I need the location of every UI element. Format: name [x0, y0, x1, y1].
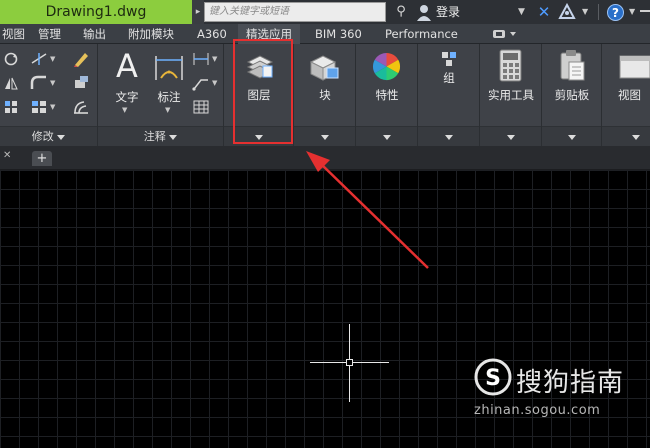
- linear-dimension-dropdown-icon[interactable]: ▼: [212, 55, 217, 63]
- text-tool-dropdown-icon[interactable]: ▼: [122, 106, 127, 114]
- group-label[interactable]: 组: [418, 70, 480, 86]
- tab-bim360[interactable]: BIM 360: [315, 24, 362, 44]
- rotate-icon[interactable]: [3, 51, 19, 67]
- fillet-icon[interactable]: [30, 75, 48, 91]
- linear-dimension-icon[interactable]: [192, 51, 210, 67]
- login-button[interactable]: 登录: [436, 0, 460, 24]
- dimension-tool-label[interactable]: 标注: [153, 89, 185, 105]
- file-tab-bar: ✕ +: [0, 146, 650, 170]
- explode-icon[interactable]: [72, 74, 90, 92]
- exchange-apps-icon[interactable]: ✕: [535, 3, 553, 21]
- utilities-label[interactable]: 实用工具: [480, 87, 542, 103]
- help-dropdown-icon[interactable]: ▼: [629, 0, 635, 24]
- panel-block-expand-icon[interactable]: [320, 134, 329, 140]
- leader-dropdown-icon[interactable]: ▼: [212, 79, 217, 87]
- layers-highlight-box: [233, 39, 293, 144]
- minimize-icon[interactable]: [640, 10, 650, 12]
- fillet-dropdown-icon[interactable]: ▼: [50, 79, 55, 87]
- watermark-brand: 搜狗指南: [516, 368, 625, 398]
- ribbon-tab-bar: 视图 管理 输出 附加模块 A360 精选应用 BIM 360 Performa…: [0, 24, 650, 44]
- panel-clipboard-footer[interactable]: [542, 126, 601, 146]
- panel-group: 组: [418, 44, 480, 146]
- array-icon[interactable]: [30, 99, 48, 115]
- toolbar-separator: [598, 4, 599, 20]
- mirror-icon[interactable]: [3, 75, 19, 91]
- a360-triangle-icon[interactable]: [558, 3, 576, 21]
- trim-dropdown-icon[interactable]: ▼: [50, 55, 55, 63]
- panel-utilities-expand-icon[interactable]: [506, 134, 515, 140]
- panel-modify-expand-icon[interactable]: [57, 134, 66, 140]
- panel-annotation-expand-icon[interactable]: [169, 134, 178, 140]
- ribbon-options-icon[interactable]: [490, 27, 520, 41]
- panel-group-footer[interactable]: [418, 126, 479, 146]
- dimension-icon[interactable]: [153, 52, 185, 84]
- search-input[interactable]: 键入关键字或短语: [204, 2, 386, 22]
- document-title: Drawing1.dwg: [0, 0, 192, 24]
- panel-clipboard-expand-icon[interactable]: [567, 134, 576, 140]
- a360-dropdown-icon[interactable]: ▼: [582, 0, 588, 24]
- dimension-dropdown-icon[interactable]: ▼: [165, 106, 170, 114]
- new-tab-plus-icon[interactable]: +: [32, 151, 52, 166]
- binoculars-icon[interactable]: ⚲: [390, 2, 412, 22]
- erase-icon[interactable]: [72, 50, 90, 68]
- panel-utilities: 实用工具: [480, 44, 542, 146]
- login-dropdown-icon[interactable]: ▼: [518, 0, 525, 24]
- tab-addins[interactable]: 附加模块: [128, 24, 174, 44]
- panel-clipboard: 剪贴板: [542, 44, 602, 146]
- panel-block: 块: [294, 44, 356, 146]
- table-icon[interactable]: [192, 99, 210, 115]
- help-icon[interactable]: ?: [607, 4, 624, 21]
- block-label[interactable]: 块: [294, 87, 356, 103]
- offset-icon[interactable]: [72, 98, 90, 116]
- title-expand-arrow-icon[interactable]: ▸: [192, 0, 204, 24]
- tab-manage[interactable]: 管理: [38, 24, 61, 44]
- trim-icon[interactable]: [30, 51, 48, 67]
- panel-modify-title: 修改: [31, 130, 54, 143]
- panel-properties-footer[interactable]: [356, 126, 417, 146]
- clipboard-label[interactable]: 剪贴板: [542, 87, 602, 103]
- leader-icon[interactable]: [192, 75, 210, 91]
- tab-view[interactable]: 视图: [2, 24, 25, 44]
- panel-properties-expand-icon[interactable]: [382, 134, 391, 140]
- text-a-icon[interactable]: A: [112, 48, 142, 84]
- panel-modify-footer[interactable]: 修改: [0, 126, 97, 146]
- panel-properties: 特性: [356, 44, 418, 146]
- text-tool-label[interactable]: 文字: [112, 89, 142, 105]
- tab-a360[interactable]: A360: [197, 24, 227, 44]
- watermark-url: zhinan.sogou.com: [474, 403, 601, 418]
- insert-block-icon[interactable]: [307, 52, 341, 82]
- sogou-logo-icon: S: [474, 358, 512, 396]
- panel-utilities-footer[interactable]: [480, 126, 541, 146]
- sogou-logo-letter: S: [485, 366, 501, 391]
- user-icon[interactable]: [416, 2, 432, 22]
- scale-icon[interactable]: [3, 99, 19, 115]
- panel-block-footer[interactable]: [294, 126, 355, 146]
- tab-output[interactable]: 输出: [83, 24, 106, 44]
- panel-annotation-footer[interactable]: 注释: [98, 126, 223, 146]
- clipboard-icon[interactable]: [558, 49, 586, 82]
- panel-annotation-title: 注释: [143, 130, 166, 143]
- ribbon: ▼ ▼ ▼ 修改 A 文字 ▼ 标注 ▼ ▼ ▼ 注释 图层 块 特性 组 实用…: [0, 44, 650, 146]
- array-dropdown-icon[interactable]: ▼: [50, 103, 55, 111]
- panel-group-expand-icon[interactable]: [444, 134, 453, 140]
- panel-view-footer[interactable]: [602, 126, 650, 146]
- color-wheel-icon[interactable]: [371, 51, 402, 82]
- panel-modify: ▼ ▼ ▼ 修改: [0, 44, 98, 146]
- view-icon[interactable]: [618, 52, 650, 82]
- view-label[interactable]: 视图: [618, 87, 650, 103]
- panel-view: 视图: [602, 44, 650, 146]
- close-tab-icon[interactable]: ✕: [3, 150, 11, 161]
- group-icon[interactable]: [438, 49, 460, 69]
- title-bar: Drawing1.dwg ▸ 键入关键字或短语 ⚲ 登录 ▼ ✕ ▼ ? ▼: [0, 0, 650, 24]
- crosshair-pickbox: [346, 359, 353, 366]
- properties-label[interactable]: 特性: [356, 87, 418, 103]
- panel-annotation: A 文字 ▼ 标注 ▼ ▼ ▼ 注释: [98, 44, 224, 146]
- tab-performance[interactable]: Performance: [385, 24, 458, 44]
- panel-view-expand-icon[interactable]: [632, 134, 640, 140]
- calculator-icon[interactable]: [498, 49, 523, 82]
